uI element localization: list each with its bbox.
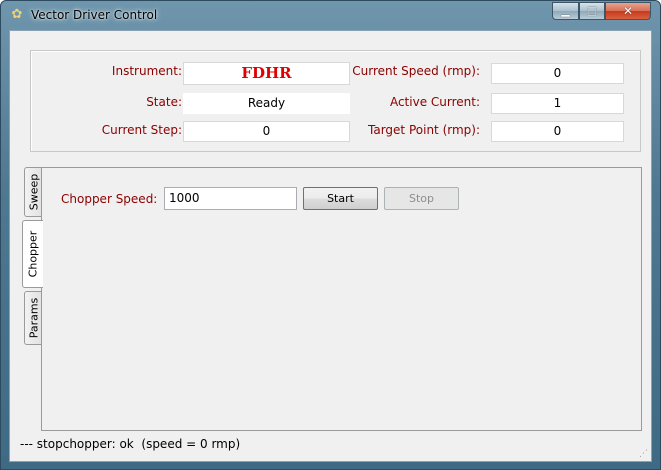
- maximize-icon: □: [586, 4, 598, 17]
- current-step-label: Current Step:: [101, 123, 182, 137]
- tab-params-label: Params: [27, 297, 40, 339]
- state-label: State:: [146, 95, 182, 109]
- tab-sweep[interactable]: Sweep: [24, 167, 42, 217]
- active-current-value: 1: [491, 93, 624, 114]
- chopper-panel: Chopper Speed: 1000 Start Stop: [41, 167, 642, 431]
- tab-chopper-label: Chopper: [26, 230, 40, 278]
- current-speed-label: Current Speed (rmp):: [352, 64, 480, 78]
- instrument-value: FDHR: [183, 62, 350, 85]
- start-button[interactable]: Start: [303, 187, 378, 210]
- tab-sweep-label: Sweep: [27, 173, 40, 211]
- resize-grip[interactable]: ⋰: [639, 449, 649, 459]
- turtle-icon: ✿: [11, 7, 23, 22]
- window-title: Vector Driver Control: [31, 8, 158, 22]
- client-area: Instrument: FDHR State: Ready Current St…: [9, 30, 652, 462]
- current-speed-value: 0: [491, 63, 624, 84]
- minimize-icon: ▁: [561, 4, 570, 17]
- app-window: ✿ Vector Driver Control ▁ □ ✕ Instrument…: [0, 0, 661, 470]
- minimize-button[interactable]: ▁: [552, 2, 579, 20]
- title-bar[interactable]: ✿ Vector Driver Control ▁ □ ✕: [1, 1, 660, 30]
- chopper-speed-input[interactable]: 1000: [164, 187, 297, 210]
- tab-params[interactable]: Params: [24, 291, 42, 345]
- stop-button[interactable]: Stop: [384, 187, 459, 210]
- chopper-speed-label: Chopper Speed:: [61, 192, 158, 206]
- target-point-label: Target Point (rmp):: [368, 123, 480, 137]
- info-panel: Instrument: FDHR State: Ready Current St…: [30, 50, 641, 152]
- target-point-value: 0: [491, 121, 624, 142]
- current-step-value: 0: [183, 121, 350, 142]
- active-current-label: Active Current:: [389, 95, 480, 109]
- state-value: Ready: [183, 93, 350, 114]
- tab-chopper[interactable]: Chopper: [22, 220, 43, 288]
- instrument-label: Instrument:: [111, 64, 182, 78]
- maximize-button[interactable]: □: [579, 2, 605, 20]
- close-button[interactable]: ✕: [605, 2, 651, 20]
- close-icon: ✕: [622, 4, 634, 18]
- status-text: --- stopchopper: ok (speed = 0 rmp): [20, 437, 241, 451]
- tab-control: Sweep Chopper Params Chopper Speed: 1000…: [22, 167, 642, 431]
